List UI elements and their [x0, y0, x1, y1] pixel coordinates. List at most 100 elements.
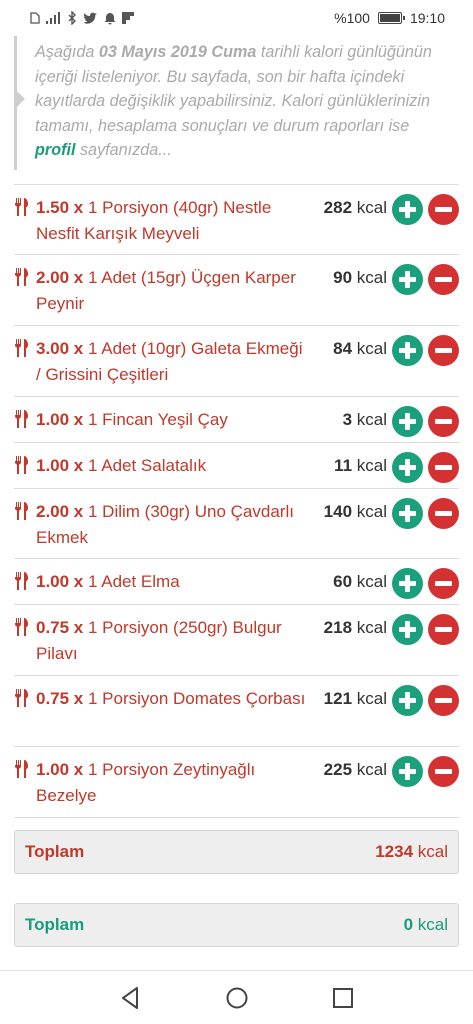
food-description: 2.00 x 1 Dilim (30gr) Uno Çavdarlı Ekmek — [36, 499, 311, 550]
increase-button[interactable] — [392, 756, 423, 787]
decrease-button[interactable] — [428, 264, 459, 295]
plus-icon-stem — [405, 271, 410, 288]
kcal-unit: kcal — [352, 689, 387, 708]
kcal-unit: kcal — [352, 572, 387, 591]
kcal-unit: kcal — [352, 760, 387, 779]
decrease-button[interactable] — [428, 194, 459, 225]
home-circle-icon[interactable] — [224, 985, 250, 1011]
intro-note: Aşağıda 03 Mayıs 2019 Cuma tarihli kalor… — [14, 36, 459, 170]
kcal-value: 84 — [333, 339, 353, 358]
decrease-button[interactable] — [428, 406, 459, 437]
increase-button[interactable] — [392, 264, 423, 295]
recents-square-icon[interactable] — [330, 985, 356, 1011]
signal-icon — [46, 12, 60, 24]
cutlery-icon — [15, 410, 28, 428]
food-description: 1.00 x 1 Fincan Yeşil Çay — [36, 407, 311, 433]
total-number: 1234 — [375, 842, 414, 861]
intro-text-1: Aşağıda — [35, 43, 99, 61]
food-row: 2.00 x 1 Adet (15gr) Üçgen Karper Peynir… — [14, 255, 459, 326]
system-nav-bar — [0, 970, 473, 1024]
kcal-unit: kcal — [352, 502, 387, 521]
food-quantity: 1.50 x — [36, 198, 84, 217]
minus-icon — [435, 277, 452, 282]
total-value: 0 kcal — [404, 915, 448, 935]
increase-button[interactable] — [392, 194, 423, 225]
food-name: 1 Adet Elma — [83, 572, 180, 591]
food-quantity: 1.00 x — [36, 572, 84, 591]
total-unit: kcal — [413, 842, 448, 861]
twitter-icon — [83, 12, 97, 24]
cutlery-icon — [15, 456, 28, 474]
back-triangle-icon[interactable] — [118, 985, 144, 1011]
decrease-button[interactable] — [428, 685, 459, 716]
plus-icon-stem — [405, 621, 410, 638]
decrease-button[interactable] — [428, 335, 459, 366]
food-row: 1.00 x 1 Porsiyon Zeytinyağlı Bezelye 225… — [14, 747, 459, 818]
kcal-unit: kcal — [352, 410, 387, 429]
intro-pointer — [17, 91, 25, 107]
food-kcal: 11 kcal — [334, 453, 387, 479]
battery-level — [379, 14, 400, 22]
plus-icon-stem — [405, 575, 410, 592]
increase-button[interactable] — [392, 685, 423, 716]
increase-button[interactable] — [392, 406, 423, 437]
profile-link[interactable]: profil — [35, 141, 75, 159]
increase-button[interactable] — [392, 568, 423, 599]
kcal-value: 121 — [323, 689, 353, 708]
minus-icon — [435, 419, 452, 424]
plus-icon-stem — [405, 505, 410, 522]
increase-button[interactable] — [392, 452, 423, 483]
clock: 19:10 — [409, 10, 445, 26]
food-description: 1.50 x 1 Porsiyon (40gr) Nestle Nesfit K… — [36, 195, 311, 246]
kcal-value: 140 — [323, 502, 353, 521]
food-quantity: 1.00 x — [36, 410, 84, 429]
kcal-unit: kcal — [352, 198, 387, 217]
minus-icon — [435, 627, 452, 632]
total-number: 0 — [403, 915, 414, 934]
plus-icon-stem — [405, 692, 410, 709]
total-label: Toplam — [25, 915, 85, 934]
food-quantity: 1.00 x — [36, 760, 84, 779]
intro-text-3: sayfanızda... — [75, 141, 172, 159]
minus-icon — [435, 207, 452, 212]
plus-icon-stem — [405, 342, 410, 359]
increase-button[interactable] — [392, 614, 423, 645]
food-row: 2.00 x 1 Dilim (30gr) Uno Çavdarlı Ekmek… — [14, 489, 459, 559]
sim-icon — [30, 12, 40, 24]
minus-icon — [435, 769, 452, 774]
cutlery-icon — [15, 268, 28, 286]
food-kcal: 84 kcal — [333, 336, 387, 362]
food-row: 1.00 x 1 Fincan Yeşil Çay 3 kcal — [14, 397, 459, 443]
total-calories-out: Toplam 0 kcal — [14, 903, 459, 947]
decrease-button[interactable] — [428, 614, 459, 645]
cutlery-icon — [15, 502, 28, 520]
food-description: 0.75 x 1 Porsiyon (250gr) Bulgur Pilavı — [36, 615, 311, 666]
food-kcal: 225 kcal — [324, 757, 387, 783]
decrease-button[interactable] — [428, 756, 459, 787]
status-icons — [30, 11, 134, 25]
increase-button[interactable] — [392, 335, 423, 366]
food-name: 1 Adet Salatalık — [83, 456, 207, 475]
status-right: %100 19:10 — [334, 10, 445, 26]
increase-button[interactable] — [392, 498, 423, 529]
plus-icon-stem — [405, 413, 410, 430]
food-kcal: 140 kcal — [324, 499, 387, 525]
food-quantity: 0.75 x — [36, 618, 84, 637]
decrease-button[interactable] — [428, 498, 459, 529]
decrease-button[interactable] — [428, 568, 459, 599]
kcal-unit: kcal — [352, 456, 387, 475]
food-quantity: 2.00 x — [36, 268, 84, 287]
food-description: 1.00 x 1 Adet Elma — [36, 569, 311, 595]
food-row: 0.75 x 1 Porsiyon (250gr) Bulgur Pilavı 2… — [14, 605, 459, 676]
kcal-value: 282 — [323, 198, 353, 217]
cutlery-icon — [15, 339, 28, 357]
total-calories-in: Toplam 1234 kcal — [14, 830, 459, 874]
food-name: 1 Porsiyon Domates Çorbası — [83, 689, 306, 708]
food-name: 1 Fincan Yeşil Çay — [83, 410, 228, 429]
total-label: Toplam — [25, 842, 85, 861]
food-description: 1.00 x 1 Porsiyon Zeytinyağlı Bezelye — [36, 757, 311, 808]
decrease-button[interactable] — [428, 452, 459, 483]
flipboard-icon — [122, 12, 134, 24]
kcal-value: 11 — [334, 456, 353, 475]
food-kcal: 121 kcal — [324, 686, 387, 712]
